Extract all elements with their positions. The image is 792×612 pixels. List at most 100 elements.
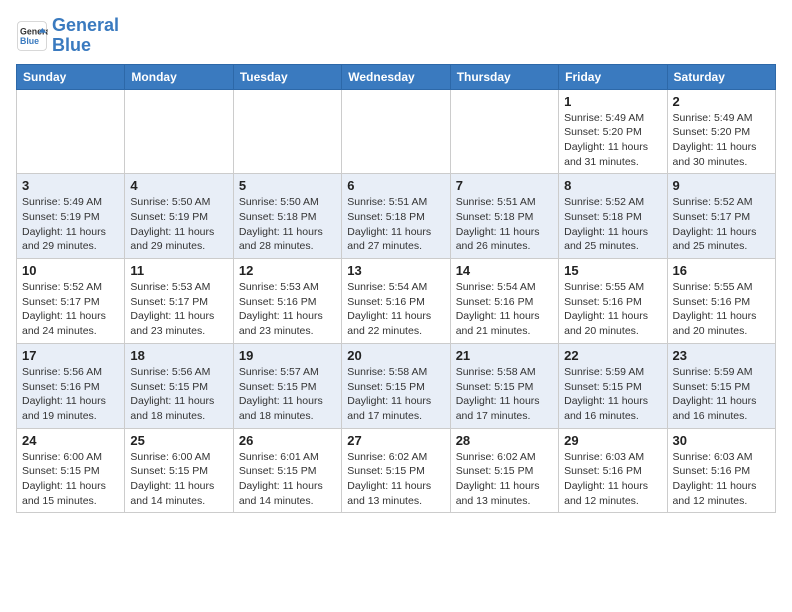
- calendar-cell: 22 Sunrise: 5:59 AM Sunset: 5:15 PM Dayli…: [559, 343, 667, 428]
- svg-text:Blue: Blue: [20, 36, 39, 46]
- day-info: Sunrise: 5:58 AM Sunset: 5:15 PM Dayligh…: [456, 365, 553, 424]
- day-number: 16: [673, 263, 770, 278]
- page-header: General Blue GeneralBlue: [16, 16, 776, 56]
- calendar-cell: 21 Sunrise: 5:58 AM Sunset: 5:15 PM Dayli…: [450, 343, 558, 428]
- day-number: 20: [347, 348, 444, 363]
- calendar-cell: 4 Sunrise: 5:50 AM Sunset: 5:19 PM Daylig…: [125, 174, 233, 259]
- calendar-cell: 7 Sunrise: 5:51 AM Sunset: 5:18 PM Daylig…: [450, 174, 558, 259]
- day-info: Sunrise: 6:00 AM Sunset: 5:15 PM Dayligh…: [130, 450, 227, 509]
- day-info: Sunrise: 5:52 AM Sunset: 5:17 PM Dayligh…: [22, 280, 119, 339]
- day-info: Sunrise: 5:57 AM Sunset: 5:15 PM Dayligh…: [239, 365, 336, 424]
- day-number: 19: [239, 348, 336, 363]
- weekday-header: Thursday: [450, 64, 558, 89]
- day-info: Sunrise: 5:50 AM Sunset: 5:18 PM Dayligh…: [239, 195, 336, 254]
- calendar-cell: 3 Sunrise: 5:49 AM Sunset: 5:19 PM Daylig…: [17, 174, 125, 259]
- day-info: Sunrise: 5:49 AM Sunset: 5:20 PM Dayligh…: [564, 111, 661, 170]
- day-info: Sunrise: 5:53 AM Sunset: 5:17 PM Dayligh…: [130, 280, 227, 339]
- day-number: 23: [673, 348, 770, 363]
- day-info: Sunrise: 6:02 AM Sunset: 5:15 PM Dayligh…: [347, 450, 444, 509]
- day-number: 30: [673, 433, 770, 448]
- calendar-cell: 12 Sunrise: 5:53 AM Sunset: 5:16 PM Dayli…: [233, 259, 341, 344]
- day-info: Sunrise: 5:55 AM Sunset: 5:16 PM Dayligh…: [564, 280, 661, 339]
- day-number: 21: [456, 348, 553, 363]
- calendar-cell: 28Sunrise: 6:02 AM Sunset: 5:15 PM Dayli…: [450, 428, 558, 513]
- calendar-cell: 30 Sunrise: 6:03 AM Sunset: 5:16 PM Dayli…: [667, 428, 775, 513]
- day-number: 2: [673, 94, 770, 109]
- weekday-header: Friday: [559, 64, 667, 89]
- calendar-cell: [233, 89, 341, 174]
- calendar-cell: [125, 89, 233, 174]
- day-number: 6: [347, 178, 444, 193]
- calendar-cell: 19 Sunrise: 5:57 AM Sunset: 5:15 PM Dayli…: [233, 343, 341, 428]
- day-number: 8: [564, 178, 661, 193]
- day-info: Sunrise: 5:50 AM Sunset: 5:19 PM Dayligh…: [130, 195, 227, 254]
- weekday-header: Saturday: [667, 64, 775, 89]
- day-info: Sunrise: 6:03 AM Sunset: 5:16 PM Dayligh…: [673, 450, 770, 509]
- calendar-cell: 16 Sunrise: 5:55 AM Sunset: 5:16 PM Dayli…: [667, 259, 775, 344]
- calendar-cell: 18 Sunrise: 5:56 AM Sunset: 5:15 PM Dayli…: [125, 343, 233, 428]
- day-info: Sunrise: 6:00 AM Sunset: 5:15 PM Dayligh…: [22, 450, 119, 509]
- day-info: Sunrise: 5:49 AM Sunset: 5:20 PM Dayligh…: [673, 111, 770, 170]
- day-number: 24: [22, 433, 119, 448]
- day-info: Sunrise: 5:54 AM Sunset: 5:16 PM Dayligh…: [456, 280, 553, 339]
- calendar-cell: 14 Sunrise: 5:54 AM Sunset: 5:16 PM Dayli…: [450, 259, 558, 344]
- calendar-cell: 1 Sunrise: 5:49 AM Sunset: 5:20 PM Daylig…: [559, 89, 667, 174]
- day-number: 18: [130, 348, 227, 363]
- day-info: Sunrise: 5:51 AM Sunset: 5:18 PM Dayligh…: [347, 195, 444, 254]
- calendar-cell: 17 Sunrise: 5:56 AM Sunset: 5:16 PM Dayli…: [17, 343, 125, 428]
- day-info: Sunrise: 5:52 AM Sunset: 5:17 PM Dayligh…: [673, 195, 770, 254]
- weekday-header: Tuesday: [233, 64, 341, 89]
- calendar-cell: 13Sunrise: 5:54 AM Sunset: 5:16 PM Dayli…: [342, 259, 450, 344]
- calendar-cell: 5 Sunrise: 5:50 AM Sunset: 5:18 PM Daylig…: [233, 174, 341, 259]
- logo-text: GeneralBlue: [52, 16, 119, 56]
- calendar-cell: 11 Sunrise: 5:53 AM Sunset: 5:17 PM Dayli…: [125, 259, 233, 344]
- day-number: 10: [22, 263, 119, 278]
- calendar-week-row: 1 Sunrise: 5:49 AM Sunset: 5:20 PM Daylig…: [17, 89, 776, 174]
- day-number: 25: [130, 433, 227, 448]
- day-number: 17: [22, 348, 119, 363]
- day-number: 11: [130, 263, 227, 278]
- day-info: Sunrise: 6:01 AM Sunset: 5:15 PM Dayligh…: [239, 450, 336, 509]
- day-info: Sunrise: 6:02 AM Sunset: 5:15 PM Dayligh…: [456, 450, 553, 509]
- day-number: 4: [130, 178, 227, 193]
- calendar-cell: 9 Sunrise: 5:52 AM Sunset: 5:17 PM Daylig…: [667, 174, 775, 259]
- logo: General Blue GeneralBlue: [16, 16, 119, 56]
- day-number: 22: [564, 348, 661, 363]
- day-info: Sunrise: 5:49 AM Sunset: 5:19 PM Dayligh…: [22, 195, 119, 254]
- day-info: Sunrise: 5:56 AM Sunset: 5:16 PM Dayligh…: [22, 365, 119, 424]
- day-number: 14: [456, 263, 553, 278]
- day-info: Sunrise: 5:59 AM Sunset: 5:15 PM Dayligh…: [564, 365, 661, 424]
- day-number: 26: [239, 433, 336, 448]
- day-info: Sunrise: 5:56 AM Sunset: 5:15 PM Dayligh…: [130, 365, 227, 424]
- calendar-cell: 25 Sunrise: 6:00 AM Sunset: 5:15 PM Dayli…: [125, 428, 233, 513]
- day-number: 1: [564, 94, 661, 109]
- calendar-week-row: 3 Sunrise: 5:49 AM Sunset: 5:19 PM Daylig…: [17, 174, 776, 259]
- calendar-cell: 23 Sunrise: 5:59 AM Sunset: 5:15 PM Dayli…: [667, 343, 775, 428]
- day-number: 27: [347, 433, 444, 448]
- calendar-table: SundayMondayTuesdayWednesdayThursdayFrid…: [16, 64, 776, 514]
- weekday-header: Sunday: [17, 64, 125, 89]
- logo-icon: General Blue: [16, 20, 48, 52]
- calendar-cell: [450, 89, 558, 174]
- day-number: 9: [673, 178, 770, 193]
- calendar-week-row: 10 Sunrise: 5:52 AM Sunset: 5:17 PM Dayli…: [17, 259, 776, 344]
- calendar-cell: 15 Sunrise: 5:55 AM Sunset: 5:16 PM Dayli…: [559, 259, 667, 344]
- day-number: 3: [22, 178, 119, 193]
- day-info: Sunrise: 5:55 AM Sunset: 5:16 PM Dayligh…: [673, 280, 770, 339]
- day-info: Sunrise: 5:58 AM Sunset: 5:15 PM Dayligh…: [347, 365, 444, 424]
- day-info: Sunrise: 5:53 AM Sunset: 5:16 PM Dayligh…: [239, 280, 336, 339]
- calendar-cell: 2 Sunrise: 5:49 AM Sunset: 5:20 PM Daylig…: [667, 89, 775, 174]
- day-number: 12: [239, 263, 336, 278]
- calendar-cell: [342, 89, 450, 174]
- calendar-week-row: 24 Sunrise: 6:00 AM Sunset: 5:15 PM Dayli…: [17, 428, 776, 513]
- calendar-cell: 24 Sunrise: 6:00 AM Sunset: 5:15 PM Dayli…: [17, 428, 125, 513]
- calendar-cell: 20 Sunrise: 5:58 AM Sunset: 5:15 PM Dayli…: [342, 343, 450, 428]
- day-number: 5: [239, 178, 336, 193]
- day-number: 13: [347, 263, 444, 278]
- weekday-header: Monday: [125, 64, 233, 89]
- calendar-cell: 6 Sunrise: 5:51 AM Sunset: 5:18 PM Daylig…: [342, 174, 450, 259]
- day-info: Sunrise: 5:51 AM Sunset: 5:18 PM Dayligh…: [456, 195, 553, 254]
- day-info: Sunrise: 5:59 AM Sunset: 5:15 PM Dayligh…: [673, 365, 770, 424]
- day-number: 15: [564, 263, 661, 278]
- day-number: 7: [456, 178, 553, 193]
